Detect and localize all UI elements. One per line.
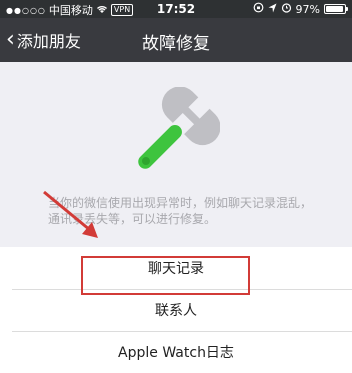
contacts-item[interactable]: 联系人 [0,289,352,331]
status-right: 97% [253,2,348,16]
rotation-lock-icon [253,2,264,16]
battery-fill [326,6,344,12]
page-title: 故障修复 [142,34,210,54]
list-item-label: Apple Watch日志 [118,345,234,361]
wrench-icon [120,86,221,187]
location-icon [268,3,277,16]
description-text: 当你的微信使用出现异常时，例如聊天记录混乱，通讯录丢失等，可以进行修复。 [48,196,313,226]
navigation-bar: ‹ 添加朋友 故障修复 [0,18,352,62]
status-bar: ●●○○○ 中国移动 VPN 17:52 97% [0,0,352,18]
apple-watch-log-item[interactable]: Apple Watch日志 [0,331,352,373]
main-content: 当你的微信使用出现异常时，例如聊天记录混乱，通讯录丢失等，可以进行修复。 聊天记… [0,62,352,373]
battery-icon [324,4,348,14]
battery-percent: 97% [295,2,320,16]
highlight-box [81,256,250,295]
alarm-icon [281,2,292,16]
list-item-label: 联系人 [155,303,197,319]
repair-options-list: 聊天记录 联系人 Apple Watch日志 [0,247,352,373]
